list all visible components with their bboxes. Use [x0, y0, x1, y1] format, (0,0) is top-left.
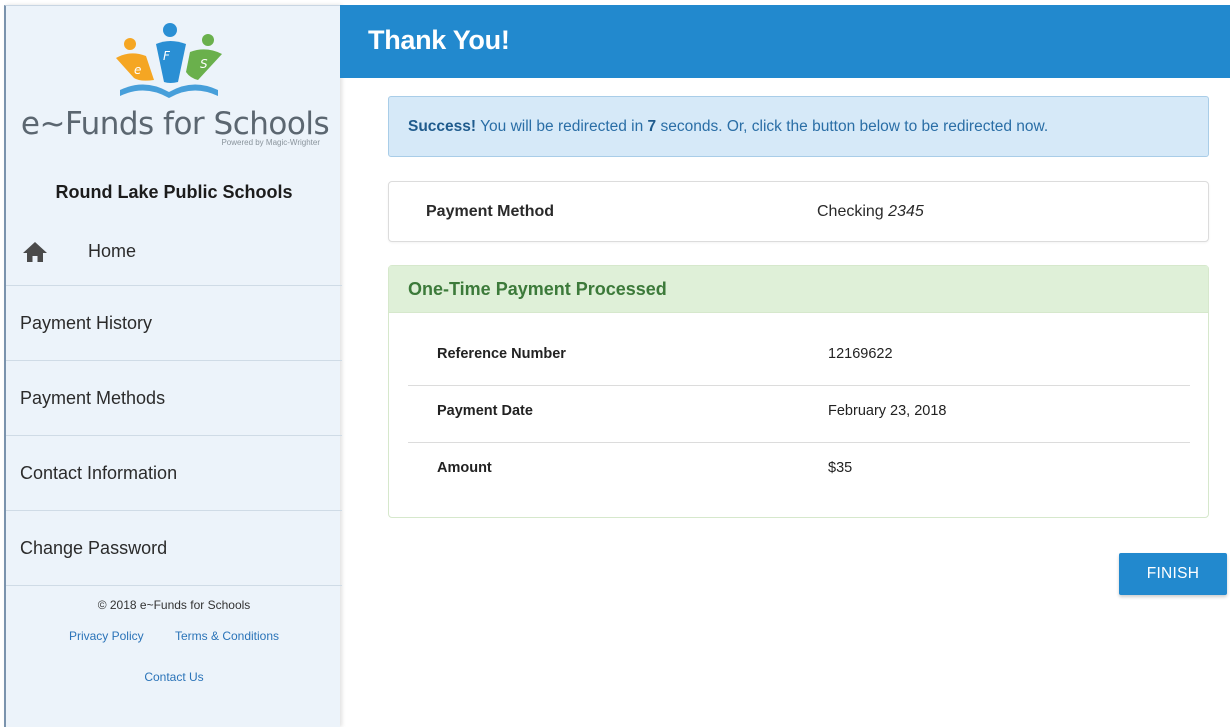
app-frame: e F S e~Funds for Schools Powered by Mag…: [0, 0, 1230, 727]
table-row: Amount $35: [408, 443, 1190, 500]
sidebar-item-change-password[interactable]: Change Password: [6, 511, 342, 586]
confirmation-heading: One-Time Payment Processed: [389, 266, 1208, 313]
reference-number-label: Reference Number: [437, 346, 566, 362]
table-row: Payment Date February 23, 2018: [408, 386, 1190, 443]
logo-figures-icon: e F S: [116, 23, 222, 98]
terms-conditions-link[interactable]: Terms & Conditions: [175, 629, 279, 643]
sidebar-footer: © 2018 e~Funds for Schools Privacy Polic…: [6, 598, 342, 684]
sidebar-nav: Home Payment History Payment Methods Con…: [6, 218, 342, 586]
alert-strong: Success!: [408, 118, 477, 135]
payment-method-value: Checking 2345: [817, 203, 924, 221]
sidebar-item-label: Payment History: [20, 312, 153, 333]
svg-text:F: F: [163, 49, 171, 63]
privacy-policy-link[interactable]: Privacy Policy: [69, 629, 144, 643]
payment-method-panel: Payment Method Checking 2345: [388, 181, 1209, 242]
reference-number-value: 12169622: [828, 346, 893, 362]
sidebar-item-label: Payment Methods: [20, 387, 166, 408]
amount-label: Amount: [437, 460, 492, 476]
sidebar-item-home[interactable]: Home: [6, 218, 342, 286]
home-icon: [23, 241, 47, 262]
page-title: Thank You!: [368, 25, 510, 55]
alert-text-before: You will be redirected in: [476, 118, 648, 135]
payment-date-value: February 23, 2018: [828, 403, 947, 419]
copyright-text: © 2018 e~Funds for Schools: [97, 598, 251, 612]
svg-text:e: e: [134, 63, 141, 77]
payment-date-label: Payment Date: [437, 403, 533, 419]
sidebar: e F S e~Funds for Schools Powered by Mag…: [4, 5, 342, 727]
alert-text-after: seconds. Or, click the button below to b…: [656, 118, 1049, 135]
payment-method-last4: 2345: [888, 203, 924, 220]
brand-logo[interactable]: e F S e~Funds for Schools Powered by Mag…: [6, 18, 342, 148]
finish-button[interactable]: FINISH: [1119, 553, 1227, 595]
sidebar-item-payment-methods[interactable]: Payment Methods: [6, 361, 342, 436]
table-row: Reference Number 12169622: [408, 332, 1190, 386]
sidebar-item-label: Change Password: [20, 537, 168, 558]
sidebar-item-label: Home: [88, 241, 137, 261]
footer-links: Privacy Policy Terms & Conditions: [6, 629, 342, 643]
confirmation-table: Reference Number 12169622 Payment Date F…: [408, 332, 1190, 500]
payment-method-type: Checking: [817, 203, 884, 220]
payment-method-label: Payment Method: [426, 203, 555, 220]
logo-wordmark: e~Funds for Schools: [20, 106, 330, 142]
success-alert: Success! You will be redirected in 7 sec…: [388, 96, 1209, 157]
page-header: Thank You!: [340, 5, 1230, 78]
sidebar-item-payment-history[interactable]: Payment History: [6, 286, 342, 361]
confirmation-panel: One-Time Payment Processed Reference Num…: [388, 265, 1209, 518]
amount-value: $35: [828, 460, 853, 476]
sidebar-item-label: Contact Information: [20, 462, 178, 483]
logo-powered-by: Powered by Magic-Wrighter: [221, 138, 320, 147]
svg-text:S: S: [200, 57, 208, 71]
sidebar-item-contact-information[interactable]: Contact Information: [6, 436, 342, 511]
redirect-seconds: 7: [647, 118, 657, 135]
contact-us-link[interactable]: Contact Us: [6, 670, 342, 684]
school-name: Round Lake Public Schools: [55, 182, 293, 202]
